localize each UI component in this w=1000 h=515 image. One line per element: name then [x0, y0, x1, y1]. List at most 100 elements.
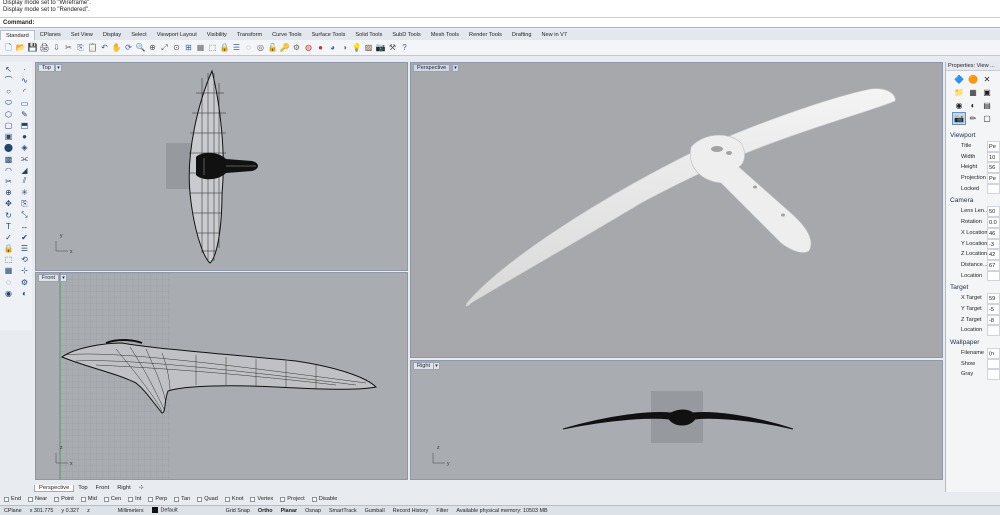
add-viewport-icon[interactable]: ⊹ [135, 485, 148, 491]
osnap-checkbox[interactable]: Point [54, 496, 74, 502]
checkbox-icon[interactable] [280, 496, 286, 502]
status-layer[interactable]: Default [148, 507, 182, 514]
ribbon-tab[interactable]: Surface Tools [307, 30, 351, 40]
checkbox-icon[interactable] [103, 496, 109, 502]
viewport-title-perspective[interactable]: Perspective [413, 64, 451, 72]
display-icon[interactable]: ▢ [980, 112, 994, 125]
chevron-down-icon[interactable]: ▾ [433, 362, 440, 370]
extrude-icon[interactable]: ⬒ [17, 120, 32, 131]
copy-icon[interactable]: ⎘ [75, 42, 86, 53]
chevron-down-icon[interactable]: ▾ [55, 64, 62, 72]
status-grid-snap[interactable]: Grid Snap [222, 508, 254, 514]
color-wheel-icon[interactable]: ◍ [303, 42, 314, 53]
settings-icon[interactable]: ⚒ [387, 42, 398, 53]
viewport-tab[interactable]: Top [74, 485, 91, 491]
point-icon[interactable]: · [17, 64, 32, 75]
materials-icon[interactable]: ◐ [17, 288, 32, 299]
ribbon-tab[interactable]: SubD Tools [387, 30, 426, 40]
light-icon[interactable]: ✏ [966, 112, 980, 125]
dimension-icon[interactable]: ↔ [17, 221, 32, 232]
property-value[interactable] [987, 325, 1000, 336]
property-value[interactable]: -3 [987, 238, 1000, 250]
hide-icon[interactable]: ◌ [1, 277, 16, 288]
ground-plane-icon[interactable]: ▤ [980, 99, 994, 112]
rectangle-icon[interactable]: ▭ [17, 98, 32, 109]
chevron-down-icon[interactable]: ▾ [452, 64, 459, 72]
history-icon[interactable]: ⟲ [17, 254, 32, 265]
rotate-icon[interactable]: ↻ [1, 209, 16, 220]
ribbon-tab[interactable]: Select [126, 30, 152, 40]
osnap-checkbox[interactable]: Tan [174, 496, 190, 502]
viewport-tab[interactable]: Perspective [34, 484, 75, 492]
property-value[interactable]: 10 [987, 151, 1000, 163]
property-value[interactable]: 50 [987, 206, 1000, 218]
object-icon[interactable]: 🔷 [952, 73, 966, 86]
checkbox-icon[interactable] [250, 496, 256, 502]
checkbox-icon[interactable] [197, 496, 203, 502]
pan-icon[interactable]: ✋ [111, 42, 122, 53]
checkbox-icon[interactable] [54, 496, 60, 502]
ribbon-tab[interactable]: New in V7 [537, 30, 573, 40]
paste-icon[interactable]: 📋 [87, 42, 98, 53]
viewport-front[interactable]: Front ▾ z x [35, 272, 408, 480]
cylinder-icon[interactable]: ⬤ [1, 142, 16, 153]
show-icon[interactable]: ◎ [255, 42, 266, 53]
import-icon[interactable]: ⇩ [51, 42, 62, 53]
layer-icon[interactable]: ☰ [231, 42, 242, 53]
light-icon[interactable]: 💡 [351, 42, 362, 53]
trim-icon[interactable]: ✂ [1, 176, 16, 187]
fillet-icon[interactable]: ◠ [1, 165, 16, 176]
offset-icon[interactable]: ⫘ [17, 154, 32, 165]
zoom-icon[interactable]: 🔍 [135, 42, 146, 53]
scale-icon[interactable]: ⤡ [17, 209, 32, 220]
viewport-title-front[interactable]: Front [38, 274, 60, 282]
new-file-icon[interactable]: 🗋 [3, 42, 14, 53]
osnap-checkbox[interactable]: Quad [197, 496, 218, 502]
block-icon[interactable]: ⬚ [1, 254, 16, 265]
property-value[interactable]: Pe [987, 141, 1000, 152]
layer-icon[interactable]: ☰ [17, 243, 32, 254]
checkbox-icon[interactable] [148, 496, 154, 502]
move-icon[interactable]: ✥ [1, 198, 16, 209]
properties-icon[interactable]: ⚙ [17, 277, 32, 288]
property-value[interactable]: 59 [987, 293, 1000, 304]
polyline-icon[interactable]: ⌒ [1, 75, 16, 86]
material-icon[interactable]: 🟠 [966, 73, 980, 86]
osnap-checkbox[interactable]: Project [280, 496, 305, 502]
camera-icon[interactable]: 📷 [952, 112, 966, 125]
osnap-checkbox[interactable]: Near [27, 496, 47, 502]
join-icon[interactable]: ⊕ [1, 187, 16, 198]
checkbox-icon[interactable] [224, 496, 230, 502]
checkbox-icon[interactable] [27, 496, 33, 502]
four-viewports-icon[interactable]: ⊞ [183, 42, 194, 53]
status-planar[interactable]: Planar [277, 508, 301, 514]
viewport-right[interactable]: Right ▾ z y [410, 360, 943, 480]
open-file-icon[interactable]: 📂 [15, 42, 26, 53]
checkbox-icon[interactable] [128, 496, 134, 502]
ribbon-tab[interactable]: Render Tools [464, 30, 507, 40]
osnap-checkbox[interactable]: Perp [148, 496, 167, 502]
chevron-down-icon[interactable]: ▾ [60, 274, 67, 282]
unlock-icon[interactable]: 🔑 [279, 42, 290, 53]
viewport-title-right[interactable]: Right [413, 362, 435, 370]
status-filter[interactable]: Filter [432, 508, 452, 514]
freeform-icon[interactable]: ✎ [17, 109, 32, 120]
sphere-icon[interactable]: ● [17, 131, 32, 142]
curve-icon[interactable]: ∿ [17, 75, 32, 86]
ribbon-tab[interactable]: Drafting [507, 30, 537, 40]
text-icon[interactable]: T [1, 221, 16, 232]
ribbon-tab[interactable]: CPlanes [35, 30, 66, 40]
ribbon-tab[interactable]: Set View [66, 30, 98, 40]
lock-object-icon[interactable]: 🔓 [267, 42, 278, 53]
status-ortho[interactable]: Ortho [254, 508, 277, 514]
copy-icon[interactable]: ⎘ [17, 198, 32, 209]
osnap-checkbox[interactable]: Int [128, 496, 141, 502]
texture-icon[interactable]: ▨ [363, 42, 374, 53]
arc-icon[interactable]: ◜ [17, 86, 32, 97]
lock-icon[interactable]: 🔒 [1, 243, 16, 254]
property-value[interactable] [987, 270, 1000, 282]
osnap-checkbox[interactable]: Disable [311, 496, 337, 502]
close-icon[interactable]: ✕ [980, 73, 994, 86]
command-input[interactable]: Command: [0, 18, 1000, 28]
environment-sphere-icon[interactable]: ◑ [339, 42, 350, 53]
